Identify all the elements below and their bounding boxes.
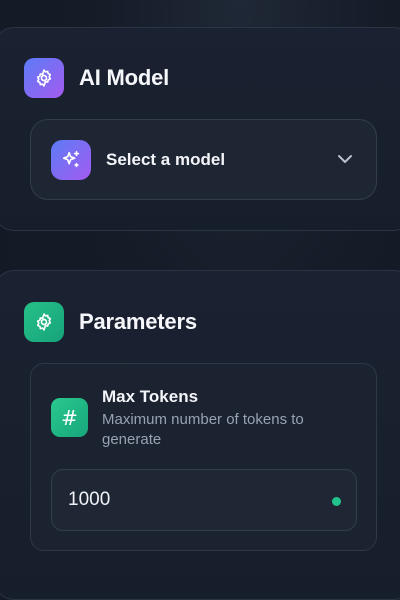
max-tokens-label: Max Tokens [102, 387, 199, 406]
parameters-panel: Parameters # Max Tokens Maximum number o… [0, 270, 400, 600]
gear-icon [24, 58, 64, 98]
model-select-dropdown[interactable]: Select a model [30, 119, 377, 200]
parameters-header: Parameters [24, 302, 197, 342]
hash-icon: # [51, 398, 88, 437]
ai-model-panel: AI Model Select a model [0, 27, 400, 231]
ai-model-header: AI Model [24, 58, 169, 98]
chevron-down-icon [336, 152, 354, 170]
max-tokens-description: Maximum number of tokens to generate [102, 411, 304, 448]
status-dot [332, 497, 341, 506]
sparkles-icon [51, 139, 91, 180]
max-tokens-card: # Max Tokens Maximum number of tokens to… [30, 363, 377, 551]
max-tokens-input[interactable]: 1000 [51, 469, 357, 531]
gear-icon [24, 302, 64, 342]
model-select-label: Select a model [106, 149, 226, 169]
parameters-title: Parameters [79, 309, 197, 334]
max-tokens-value: 1000 [68, 489, 111, 510]
ai-model-title: AI Model [79, 65, 170, 90]
